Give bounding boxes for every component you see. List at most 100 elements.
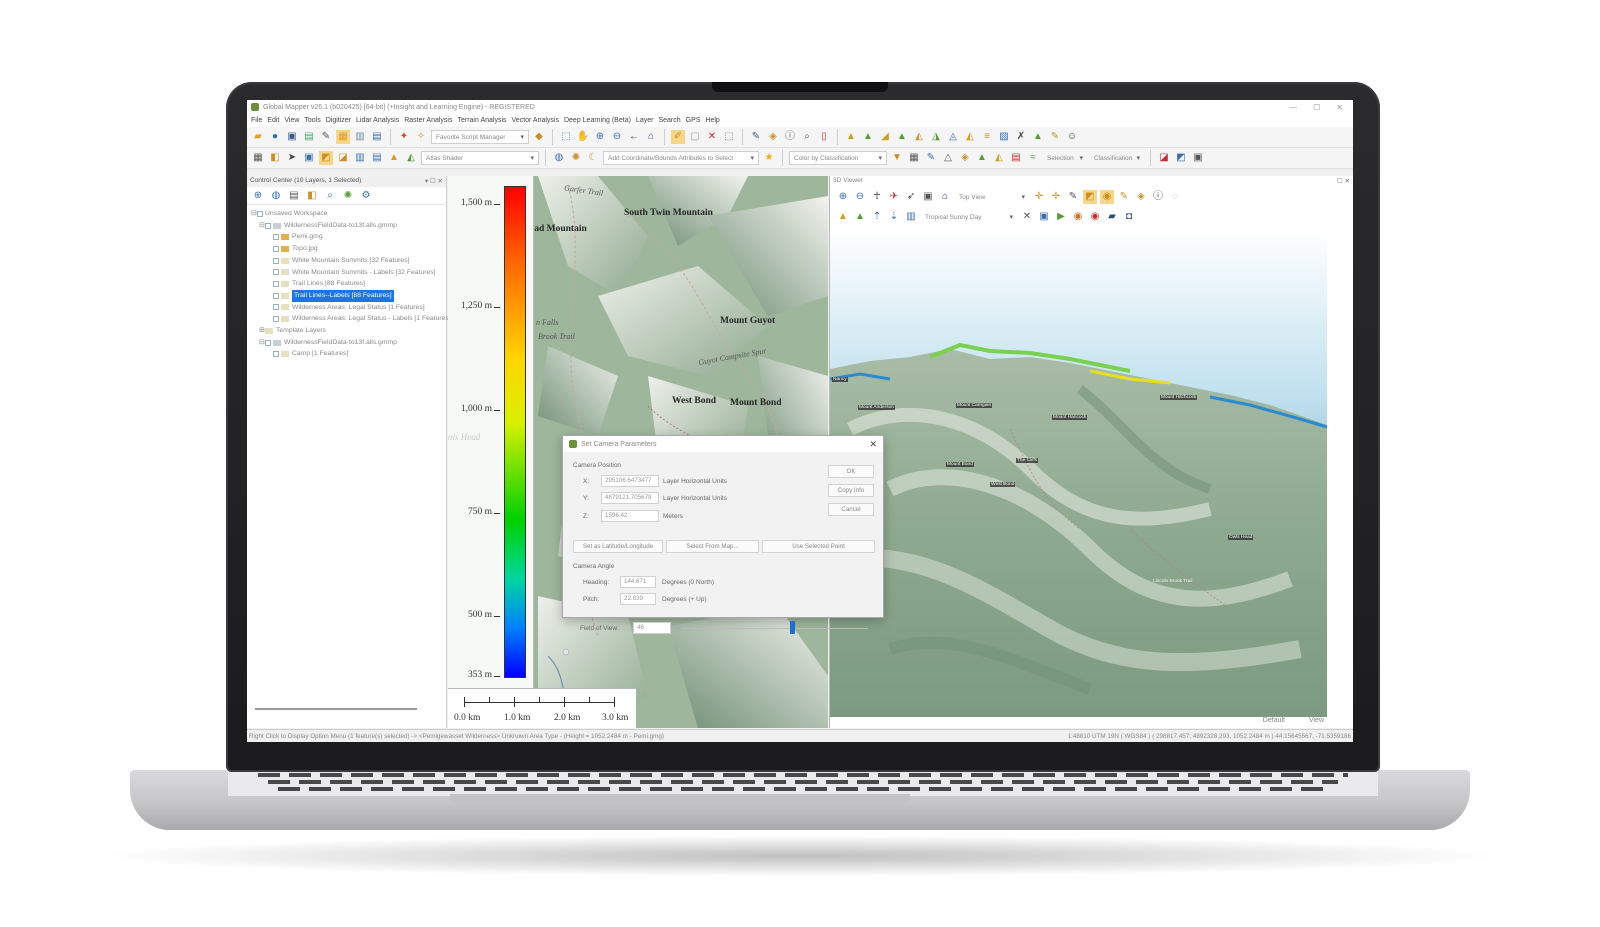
crosshair-icon[interactable]: ✛ (1032, 190, 1046, 204)
play-icon[interactable]: ▶ (1054, 210, 1068, 224)
chart-icon[interactable]: ▤ (370, 151, 384, 165)
walk-icon[interactable]: ☥ (870, 190, 884, 204)
tools-icon[interactable]: ✎ (319, 130, 333, 144)
menu-terrain-analysis[interactable]: Terrain Analysis (457, 117, 506, 124)
open-folder-icon[interactable]: ▰ (251, 130, 265, 144)
script-icon[interactable]: ✦ (397, 130, 411, 144)
raster-icon[interactable]: ◧ (268, 151, 282, 165)
terrain-profile-icon[interactable]: ◢ (878, 130, 892, 144)
vertical-exaggeration-icon[interactable]: ▲ (853, 210, 867, 224)
layer-checkbox[interactable] (273, 316, 279, 323)
lidar-icon[interactable]: ◬ (946, 130, 960, 144)
globe-grid-icon[interactable]: ◍ (552, 151, 566, 165)
add-point-icon[interactable]: ✛ (1049, 190, 1063, 204)
tree-layer-summit-labels[interactable]: White Mountain Summits - Labels [32 Feat… (251, 267, 442, 279)
layer-add-icon[interactable]: ◧ (305, 189, 319, 203)
brush-icon[interactable]: ✎ (749, 130, 763, 144)
panel-window-controls[interactable]: ▾ ☐ ✕ (425, 177, 443, 186)
diamond-icon[interactable]: ◆ (532, 130, 546, 144)
tree-layer-summits[interactable]: White Mountain Summits [32 Features] (251, 255, 442, 267)
pan-icon[interactable]: ✋ (576, 130, 590, 144)
select-from-map-button[interactable]: Select From Map... (666, 540, 759, 553)
measure-icon[interactable]: ◈ (1134, 190, 1148, 204)
classify-grid-icon[interactable]: ▦ (907, 151, 921, 165)
star-icon[interactable]: ★ (762, 151, 776, 165)
zoom-in-icon[interactable]: ⊕ (836, 190, 850, 204)
home-icon[interactable]: ⌂ (938, 190, 952, 204)
record-panel-icon[interactable]: ▣ (1037, 210, 1051, 224)
window-icon[interactable]: ▣ (302, 151, 316, 165)
layer-checkbox[interactable] (273, 234, 279, 241)
hillshade-icon[interactable]: ◪ (336, 151, 350, 165)
menu-vector-analysis[interactable]: Vector Analysis (512, 117, 559, 124)
tree-layer-trail-labels[interactable]: Trail Lines--Labels [88 Features] (251, 289, 442, 302)
menu-search[interactable]: Search (658, 117, 680, 124)
delete-icon[interactable]: ✕ (705, 130, 719, 144)
moon-icon[interactable]: ☾ (586, 151, 600, 165)
edit-feature-icon[interactable]: ✐ (671, 130, 685, 144)
layer-style-icon[interactable]: ✺ (341, 189, 355, 203)
info-icon[interactable]: ⓘ (783, 130, 797, 144)
shader-toggle-icon[interactable]: ◩ (319, 151, 333, 165)
clipboard-icon[interactable]: ▯ (817, 130, 831, 144)
layer-search-icon[interactable]: ⌕ (323, 189, 337, 203)
pitch-input[interactable]: 22.839 (620, 593, 656, 605)
pencil-icon[interactable]: ✎ (1048, 130, 1062, 144)
control-center-icon[interactable]: ▦ (336, 130, 350, 144)
sun-icon[interactable]: ✺ (569, 151, 583, 165)
tree-workspace[interactable]: ⊟ Unsaved Workspace (251, 208, 442, 220)
layer-checkbox[interactable] (273, 281, 279, 288)
tree-icon[interactable]: ▲ (975, 151, 989, 165)
terrain-shade-icon[interactable]: ▲ (844, 130, 858, 144)
tree-layer-wilderness-labels[interactable]: Wilderness Areas: Legal Status - Labels … (251, 313, 451, 325)
menu-deep-learning[interactable]: Deep Learning (Beta) (564, 117, 631, 124)
ground-icon[interactable]: ◭ (992, 151, 1006, 165)
layer-settings-icon[interactable]: ⚙ (359, 189, 373, 203)
contour-icon[interactable]: ◭ (404, 151, 418, 165)
search-feature-icon[interactable]: ⌕ (800, 130, 814, 144)
terrain-contour-icon[interactable]: ▲ (861, 130, 875, 144)
menu-help[interactable]: Help (705, 117, 719, 124)
maximize-button[interactable]: ☐ (1313, 103, 1320, 112)
layer-checkbox[interactable] (273, 245, 279, 252)
menu-raster-analysis[interactable]: Raster Analysis (404, 117, 452, 124)
mountain-icon[interactable]: ▲ (387, 151, 401, 165)
use-selected-point-button[interactable]: Use Selected Point (762, 540, 875, 553)
up-arrow-icon[interactable]: ⇡ (870, 210, 884, 224)
eye-icon[interactable]: ◉ (1100, 190, 1114, 204)
tree-layer-camp[interactable]: Camp [1 Features] (251, 348, 442, 360)
fly-through-icon[interactable]: ➶ (904, 190, 918, 204)
watershed-icon[interactable]: ◭ (912, 130, 926, 144)
heading-input[interactable]: 144.671 (620, 576, 656, 588)
path-profile-icon[interactable]: ◩ (1174, 151, 1188, 165)
clear-icon[interactable]: ✕ (1020, 210, 1034, 224)
grid-icon[interactable]: ▦ (251, 151, 265, 165)
new-feature-icon[interactable]: ▢ (688, 130, 702, 144)
zoom-out-icon[interactable]: ⊖ (610, 130, 624, 144)
view-shed-icon[interactable]: ▲ (895, 130, 909, 144)
tree-layer-pemi[interactable]: Pemi.gmg (251, 231, 442, 243)
fov-slider-thumb[interactable] (789, 621, 795, 634)
menu-view[interactable]: View (284, 117, 299, 124)
sky-dropdown[interactable]: Tropical Sunny Day (921, 210, 1017, 224)
menu-lidar-analysis[interactable]: Lidar Analysis (356, 117, 399, 124)
layer-checkbox[interactable] (273, 257, 279, 264)
video-icon[interactable]: ▰ (1105, 210, 1119, 224)
z-input[interactable]: 1596.42 (601, 510, 659, 522)
info-icon[interactable]: ⓘ (1151, 190, 1165, 204)
box-icon[interactable]: ▣ (921, 190, 935, 204)
grid-mountain-icon[interactable]: ▲ (1031, 130, 1045, 144)
globe-icon[interactable]: ● (268, 130, 282, 144)
script-manager-dropdown[interactable]: Favorite Script Manager (431, 130, 529, 144)
layers-stack-icon[interactable]: ≡ (980, 130, 994, 144)
triangle-icon[interactable]: △ (941, 151, 955, 165)
attributes-dropdown[interactable]: Add Coordinate/Bounds Attributes to Sele… (603, 151, 759, 165)
layer-checkbox[interactable] (257, 210, 263, 217)
panel-window-controls[interactable]: ☐ ✕ (1337, 177, 1350, 186)
zoom-in-icon[interactable]: ⊕ (593, 130, 607, 144)
tree-workspace-file[interactable]: ⊟ WildernessFieldData-to13f.alls.gmmp (251, 220, 442, 232)
x-input[interactable]: 295106.6473477 (601, 475, 659, 487)
minimize-button[interactable]: — (1289, 103, 1297, 112)
save-icon[interactable]: ▣ (285, 130, 299, 144)
layer-checkbox[interactable] (273, 269, 279, 276)
